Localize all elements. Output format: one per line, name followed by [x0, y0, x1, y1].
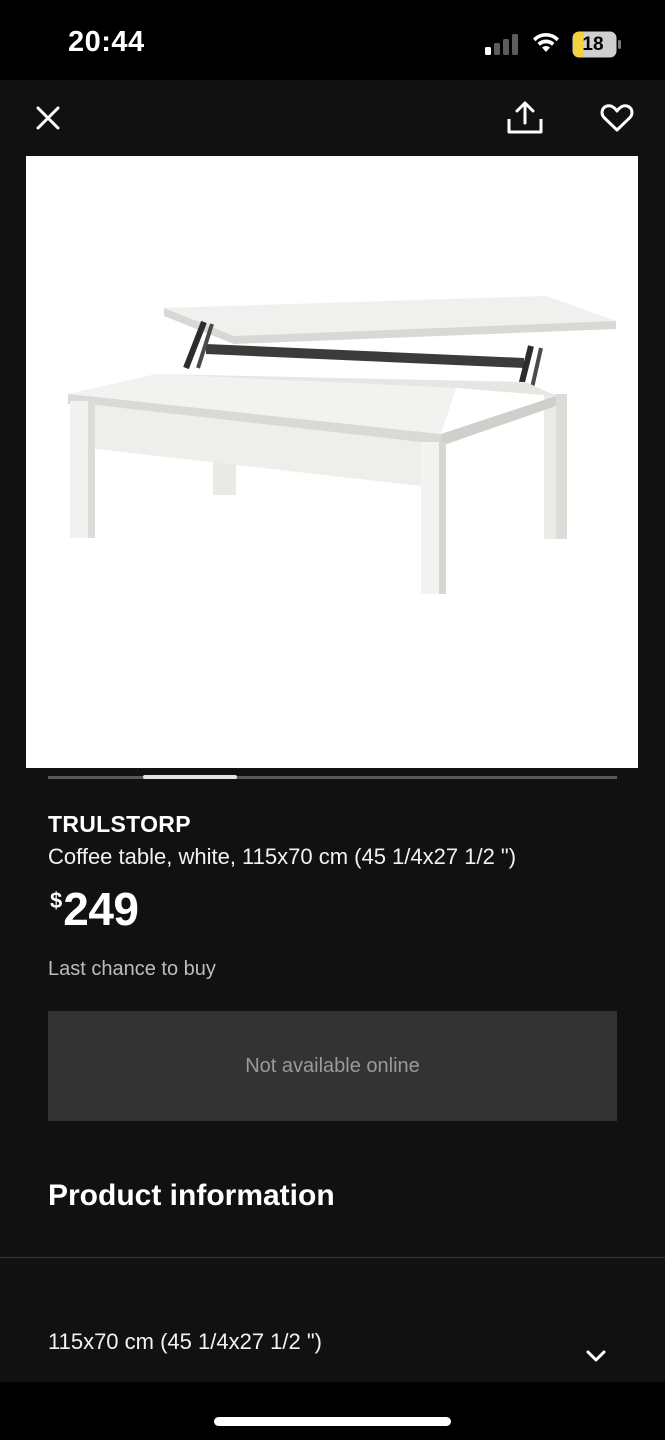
- status-time: 20:44: [68, 26, 145, 58]
- heart-icon: [600, 104, 634, 132]
- price-amount: 249: [63, 883, 139, 935]
- currency-symbol: $: [50, 888, 63, 913]
- chevron-down-icon: [586, 1350, 606, 1362]
- not-available-online-button[interactable]: Not available online: [48, 1011, 617, 1121]
- cellular-signal-icon: [485, 34, 518, 55]
- battery-level: 18: [582, 34, 604, 55]
- product-price: $249: [50, 882, 139, 936]
- image-carousel-indicator[interactable]: [48, 775, 617, 779]
- coffee-table-image: [68, 296, 616, 594]
- home-indicator[interactable]: [214, 1417, 451, 1426]
- close-button[interactable]: [26, 96, 70, 140]
- home-indicator-area: [0, 1382, 665, 1440]
- wifi-icon: [533, 32, 559, 52]
- favorite-button[interactable]: [595, 96, 639, 140]
- dimensions-row[interactable]: 115x70 cm (45 1/4x27 1/2 "): [0, 1258, 665, 1382]
- availability-note: Last chance to buy: [48, 958, 216, 980]
- product-name: TRULSTORP: [48, 811, 191, 837]
- dimensions-label: 115x70 cm (45 1/4x27 1/2 "): [48, 1329, 323, 1354]
- close-icon: [36, 106, 60, 130]
- status-bar: 20:44 18: [0, 0, 665, 80]
- share-button[interactable]: [503, 96, 547, 140]
- product-page: TRULSTORP Coffee table, white, 115x70 cm…: [0, 80, 665, 1382]
- product-description: Coffee table, white, 115x70 cm (45 1/4x2…: [48, 844, 517, 869]
- share-icon: [507, 101, 543, 134]
- product-image[interactable]: [26, 156, 638, 768]
- product-information-heading: Product information: [48, 1179, 335, 1212]
- carousel-active-segment: [143, 775, 237, 779]
